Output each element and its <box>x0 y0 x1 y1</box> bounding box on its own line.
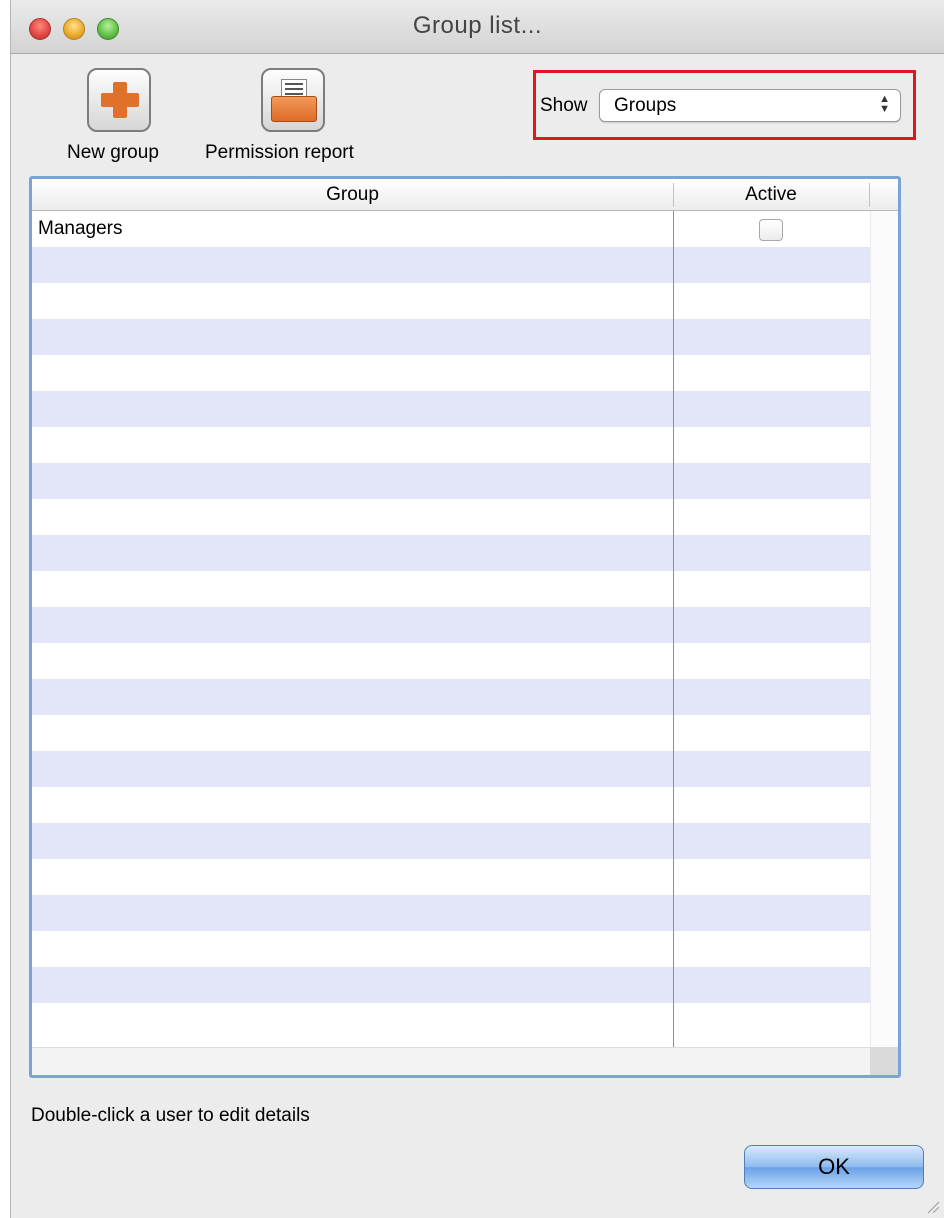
group-name-cell: Managers <box>38 218 123 239</box>
empty-row <box>32 931 870 967</box>
empty-row <box>32 571 870 607</box>
show-select-value: Groups <box>614 95 677 116</box>
empty-row <box>32 319 870 355</box>
empty-row <box>32 355 870 391</box>
empty-row <box>32 715 870 751</box>
permission-report-label[interactable]: Permission report <box>205 142 354 164</box>
empty-row <box>32 535 870 571</box>
empty-row <box>32 283 870 319</box>
empty-row <box>32 1003 870 1039</box>
vertical-scrollbar[interactable] <box>870 211 898 1047</box>
show-select[interactable]: Groups ▲ ▼ <box>599 89 901 122</box>
footer-hint: Double-click a user to edit details <box>31 1105 310 1126</box>
show-label: Show <box>540 95 588 116</box>
ok-button[interactable]: OK <box>744 1145 924 1189</box>
permission-report-button[interactable] <box>261 68 325 132</box>
column-divider <box>673 211 674 1047</box>
horizontal-scrollbar[interactable] <box>32 1047 870 1075</box>
empty-row <box>32 859 870 895</box>
group-list-window: Group list... New group Permission repor… <box>10 0 944 1218</box>
empty-row <box>32 427 870 463</box>
updown-arrows-icon: ▲ ▼ <box>879 93 890 115</box>
table-row[interactable]: Managers <box>32 211 870 247</box>
scroll-corner <box>870 1047 898 1075</box>
new-group-label[interactable]: New group <box>67 142 159 164</box>
empty-row <box>32 895 870 931</box>
window-title: Group list... <box>412 12 543 39</box>
title-bar: Group list... <box>11 0 944 54</box>
empty-row <box>32 823 870 859</box>
empty-row <box>32 247 870 283</box>
empty-row <box>32 679 870 715</box>
table-header: Group Active <box>32 179 898 211</box>
empty-row <box>32 643 870 679</box>
new-group-button[interactable] <box>87 68 151 132</box>
empty-row <box>32 391 870 427</box>
empty-row <box>32 463 870 499</box>
column-header-active[interactable]: Active <box>673 184 869 206</box>
empty-row <box>32 751 870 787</box>
show-filter-highlight: Show Groups ▲ ▼ <box>533 70 916 140</box>
resize-grip-icon[interactable] <box>924 1198 940 1214</box>
column-header-group[interactable]: Group <box>32 184 673 206</box>
table-body: Managers <box>32 211 870 1039</box>
empty-row <box>32 499 870 535</box>
empty-row <box>32 967 870 1003</box>
active-checkbox[interactable] <box>759 219 783 241</box>
empty-row <box>32 607 870 643</box>
empty-row <box>32 787 870 823</box>
group-table[interactable]: Group Active Managers <box>29 176 901 1078</box>
